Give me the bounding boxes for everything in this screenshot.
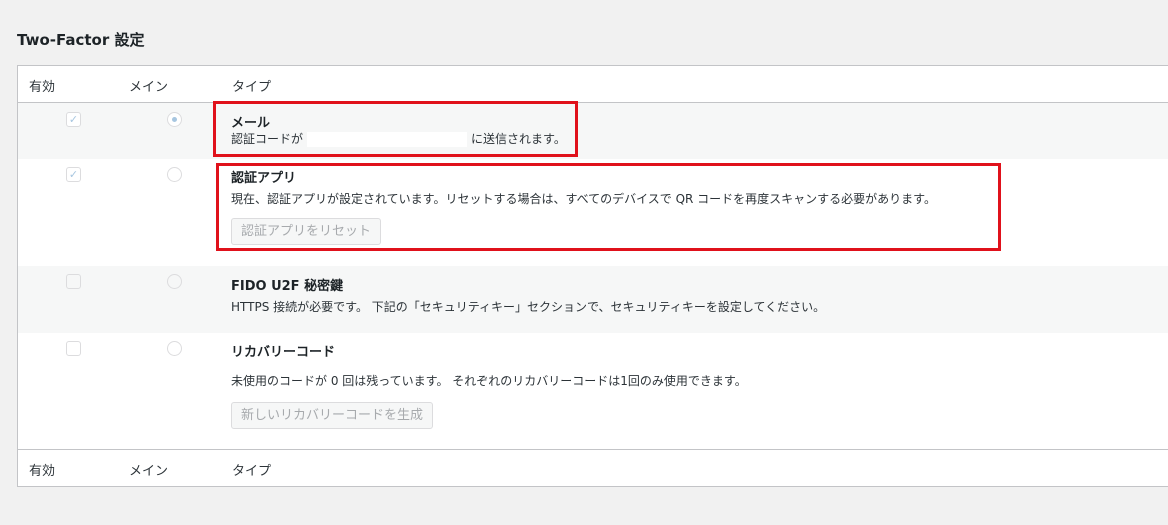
provider-row-totp: ✓ 認証アプリ 現在、認証アプリが設定されています。リセットする場合は、すべての… xyxy=(18,159,1168,266)
enabled-checkbox-u2f[interactable] xyxy=(66,274,81,289)
generate-backup-codes-button[interactable]: 新しいリカバリーコードを生成 xyxy=(231,402,434,429)
provider-row-u2f: FIDO U2F 秘密鍵 HTTPS 接続が必要です。 下記の「セキュリティキー… xyxy=(18,266,1168,333)
primary-radio-email[interactable] xyxy=(167,112,182,127)
provider-desc-backup-codes: 未使用のコードが 0 回は残っています。 それぞれのリカバリーコードは1回のみ使… xyxy=(231,374,747,388)
provider-row-email: ✓ メール 認証コードが に送信されます。 xyxy=(18,103,1168,159)
provider-desc-email: 認証コードが に送信されます。 xyxy=(231,130,566,147)
reset-authenticator-button[interactable]: 認証アプリをリセット xyxy=(231,218,382,245)
enabled-checkbox-totp[interactable]: ✓ xyxy=(66,167,81,182)
column-header-primary: メイン xyxy=(129,80,169,95)
section-title: Two-Factor 設定 xyxy=(17,31,145,49)
email-desc-prefix: 認証コードが xyxy=(231,132,304,146)
column-header-type: タイプ xyxy=(232,80,272,95)
provider-desc-u2f: HTTPS 接続が必要です。 下記の「セキュリティキー」セクションで、セキュリテ… xyxy=(231,300,826,314)
column-footer-enabled: 有効 xyxy=(29,464,56,479)
provider-row-backup-codes: リカバリーコード 未使用のコードが 0 回は残っています。 それぞれのリカバリー… xyxy=(18,333,1168,449)
column-footer-type: タイプ xyxy=(232,464,272,479)
primary-radio-u2f[interactable] xyxy=(167,274,182,289)
primary-radio-backup-codes[interactable] xyxy=(167,341,182,356)
enabled-checkbox-backup-codes[interactable] xyxy=(66,341,81,356)
table-header: 有効 メイン タイプ xyxy=(18,66,1168,103)
provider-name-backup-codes: リカバリーコード xyxy=(231,345,336,360)
redacted-email-address xyxy=(307,132,468,147)
email-desc-suffix: に送信されます。 xyxy=(471,132,566,146)
two-factor-table: 有効 メイン タイプ ✓ メール 認証コードが に送信されます。 ✓ 認証アプリ … xyxy=(17,65,1168,487)
provider-name-totp: 認証アプリ xyxy=(231,171,297,186)
column-header-enabled: 有効 xyxy=(29,80,56,95)
provider-name-u2f: FIDO U2F 秘密鍵 xyxy=(231,279,344,294)
provider-name-email: メール xyxy=(231,116,271,131)
table-footer: 有効 メイン タイプ xyxy=(18,449,1168,486)
primary-radio-totp[interactable] xyxy=(167,167,182,182)
provider-desc-totp: 現在、認証アプリが設定されています。リセットする場合は、すべてのデバイスで QR… xyxy=(231,192,936,206)
enabled-checkbox-email[interactable]: ✓ xyxy=(66,112,81,127)
column-footer-primary: メイン xyxy=(129,464,169,479)
